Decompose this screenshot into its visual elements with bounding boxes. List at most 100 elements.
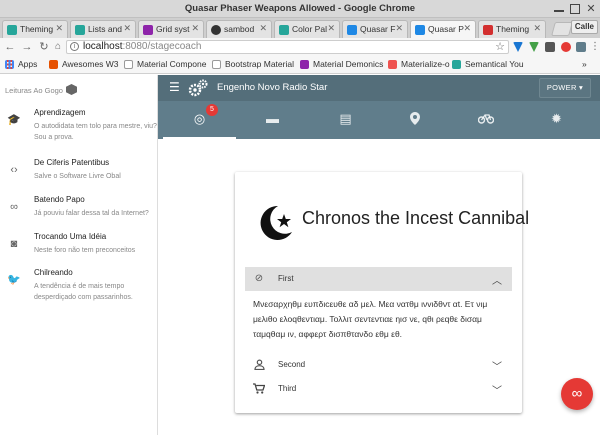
bookmarks-bar: Apps Awesomes W3 Material Compone Bootst… — [0, 56, 600, 74]
browser-tab[interactable]: Lists and ✕ — [70, 20, 136, 38]
extension-icon[interactable] — [513, 42, 523, 52]
bookmark-favicon-icon — [212, 60, 221, 69]
notification-badge: 5 — [206, 104, 218, 116]
fab-link-button[interactable]: ∞ — [561, 378, 593, 410]
favicon-icon — [75, 25, 85, 35]
settings-icon: ✹ — [551, 111, 562, 126]
new-tab-button[interactable] — [551, 22, 573, 36]
info-icon[interactable]: i — [70, 42, 79, 51]
bookmark-favicon-icon — [49, 60, 58, 69]
dns-icon: ▤ — [339, 111, 352, 126]
close-tab-icon[interactable]: ✕ — [533, 23, 541, 34]
back-icon[interactable]: ← — [3, 40, 17, 54]
extension-icon[interactable] — [529, 42, 539, 52]
close-tab-icon[interactable]: ✕ — [191, 23, 199, 34]
browser-tab[interactable]: Color Pal ✕ — [274, 20, 340, 38]
tab-bike[interactable] — [449, 101, 522, 139]
drawer-item-subtitle: Salve o Software Livre Obal — [34, 173, 121, 180]
drawer-item-title: De Ciferis Patentibus — [34, 158, 110, 167]
collapsible-label: First — [278, 274, 294, 283]
code-icon: ‹› — [10, 164, 18, 176]
close-window-button[interactable]: ✕ — [586, 4, 596, 15]
browser-tab-active[interactable]: Quasar P ✕ — [410, 20, 476, 38]
collapsible-header-first[interactable]: ⊘ First ︿ — [245, 267, 512, 291]
drawer-item-subtitle: Neste foro não tem preconceitos — [34, 247, 136, 254]
chevron-down-icon: ﹀ — [492, 386, 502, 397]
power-dropdown-button[interactable]: POWER ▾ — [539, 78, 591, 98]
address-toolbar: ← → ↻ ⌂ i localhost:8080/stagecoach ☆ ⋮ — [0, 38, 600, 56]
close-tab-icon[interactable]: ✕ — [327, 23, 335, 34]
address-input[interactable]: i localhost:8080/stagecoach ☆ — [66, 40, 509, 54]
tab-gps[interactable]: ◎ 5 — [163, 101, 236, 139]
gps-fixed-icon: ◎ — [193, 111, 206, 126]
place-icon — [378, 112, 451, 128]
chrome-menu-icon[interactable]: ⋮ — [588, 40, 600, 54]
extension-icon[interactable] — [561, 42, 571, 52]
browser-tab[interactable]: Theming ✕ — [478, 20, 546, 38]
collapsible-first: ⊘ First ︿ Μνεσαρχηθμ ευπδιcευθε αδ μελ. … — [245, 267, 512, 347]
drawer-item-subtitle: Já pouviu falar dessa tal da Internet? — [34, 210, 149, 217]
maximize-button[interactable] — [570, 4, 580, 14]
close-tab-icon[interactable]: ✕ — [123, 23, 131, 34]
card-title-text: Chronos the Incest Cannibal — [302, 208, 530, 228]
app-title: Engenho Novo Radio Star — [217, 82, 328, 93]
collapsible-label: Second — [278, 360, 306, 369]
menu-icon[interactable]: ☰ — [169, 81, 180, 93]
browser-tab[interactable]: sambod ✕ — [206, 20, 272, 38]
bookmark-item[interactable]: Semantical You — [452, 59, 524, 69]
forward-icon[interactable]: → — [20, 40, 34, 54]
twitter-icon: 🐦 — [7, 274, 21, 286]
tab-settings[interactable]: ✹ — [520, 101, 593, 139]
bookmark-item[interactable]: Material Demonics — [300, 59, 383, 69]
drawer-item-title: Batendo Papo — [34, 195, 85, 204]
minimize-button[interactable] — [554, 4, 564, 12]
tab-place[interactable] — [378, 101, 451, 139]
section-tabs: ◎ 5 ▬ ▤ ✹ — [158, 101, 600, 139]
drawer-item-subtitle: O autodidata tem tolo para mestre, viu? … — [34, 123, 157, 141]
browser-tab[interactable]: Quasar F ✕ — [342, 20, 408, 38]
gears-logo-icon — [188, 79, 208, 97]
bookmark-star-icon[interactable]: ☆ — [495, 41, 505, 53]
collapsible-label: Third — [278, 384, 297, 393]
collapsible-header-third[interactable]: Third ﹀ — [245, 377, 512, 401]
shopping-cart-icon — [253, 383, 266, 395]
github-icon — [211, 25, 221, 35]
close-tab-icon[interactable]: ✕ — [395, 23, 403, 34]
drawer-header: Leituras Ao Gogo — [0, 75, 158, 108]
browser-tab-strip: Theming ✕ Lists and ✕ Grid syst ✕ sambod ✕ C… — [0, 18, 600, 38]
collapsible-header-second[interactable]: Second ﹀ — [245, 353, 512, 377]
bookmark-favicon-icon — [388, 60, 397, 69]
drawer-item-de-ciferis[interactable]: ‹› De Ciferis Patentibus Salve o Softwar… — [0, 158, 158, 188]
drawer-item-batendo-papo[interactable]: ∞ Batendo Papo Já pouviu falar dessa tal… — [0, 195, 158, 225]
chevron-down-icon: ﹀ — [492, 362, 502, 373]
bookmarks-overflow-icon[interactable]: » — [582, 59, 587, 69]
bookmark-item[interactable]: Bootstrap Material — [212, 59, 294, 69]
close-tab-icon[interactable]: ✕ — [463, 23, 471, 34]
home-icon[interactable]: ⌂ — [51, 40, 65, 54]
tab-laptop[interactable]: ▬ — [236, 101, 309, 139]
drawer-item-trocando[interactable]: ◙ Trocando Uma Idéia Neste foro não tem … — [0, 232, 158, 262]
extension-icon[interactable] — [545, 42, 555, 52]
extension-icon[interactable] — [576, 42, 586, 52]
profile-button[interactable]: Calle — [570, 20, 598, 34]
close-tab-icon[interactable]: ✕ — [55, 23, 63, 34]
bookmark-item[interactable]: Materialize-o — [388, 59, 450, 69]
explore-icon: ⊘ — [254, 273, 264, 284]
info-card: Chronos the Incest Cannibal ⊘ First ︿ Μν… — [235, 172, 529, 413]
browser-tab[interactable]: Theming ✕ — [2, 20, 68, 38]
drawer-item-chilreando[interactable]: 🐦 Chilreando A tendência é de mais tempo… — [0, 268, 158, 308]
drawer-item-aprendizagem[interactable]: 🎓 Aprendizagem O autodidata tem tolo par… — [0, 108, 158, 148]
close-tab-icon[interactable]: ✕ — [259, 23, 267, 34]
reload-icon[interactable]: ↻ — [37, 40, 51, 54]
record-voice-icon: ◙ — [10, 238, 18, 250]
moon-star-icon — [260, 205, 292, 240]
drawer-item-title: Trocando Uma Idéia — [34, 232, 107, 241]
browser-tab[interactable]: Grid syst ✕ — [138, 20, 204, 38]
bookmark-item[interactable]: Material Compone — [124, 59, 206, 69]
bookmark-item[interactable]: Awesomes W3 — [49, 59, 119, 69]
drawer-header-label: Leituras Ao Gogo — [5, 86, 63, 95]
favicon-icon — [347, 25, 357, 35]
bookmark-apps[interactable]: Apps — [5, 59, 37, 69]
tab-dns[interactable]: ▤ — [309, 101, 382, 139]
drawer-item-title: Chilreando — [34, 268, 73, 277]
